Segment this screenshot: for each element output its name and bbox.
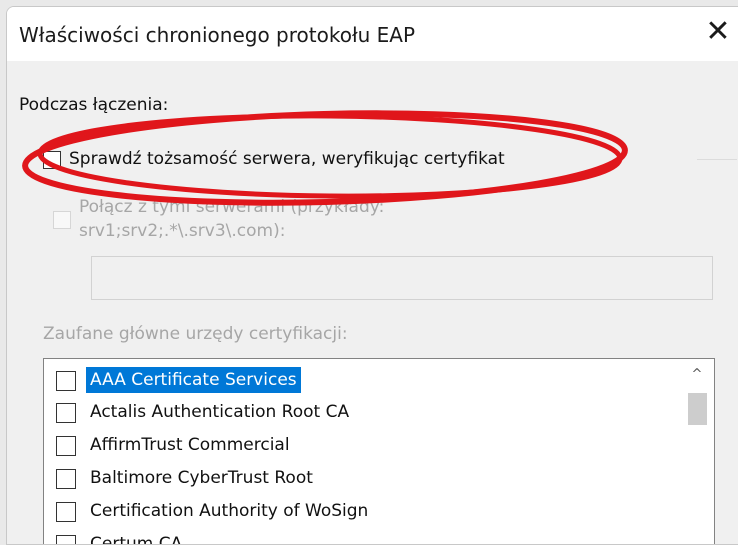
list-item-checkbox[interactable]	[56, 502, 76, 522]
verify-certificate-label: Sprawdź tożsamość serwera, weryfikując c…	[69, 149, 505, 169]
list-item-label: AAA Certificate Services	[86, 367, 301, 393]
servers-input[interactable]	[91, 256, 713, 300]
list-item-label: AffirmTrust Commercial	[90, 435, 290, 455]
list-item-label: Actalis Authentication Root CA	[90, 402, 350, 422]
title-bar: Właściwości chronionego protokołu EAP ✕	[7, 7, 738, 61]
vertical-scrollbar[interactable]: ^	[680, 359, 714, 544]
connect-to-servers-label-line2: srv1;srv2;.*\.srv3\.com):	[79, 221, 286, 241]
connect-to-servers-checkbox[interactable]	[53, 211, 71, 229]
list-item-label: Baltimore CyberTrust Root	[90, 468, 313, 488]
list-item-checkbox[interactable]	[56, 403, 76, 423]
group-divider	[697, 159, 737, 160]
scrollbar-thumb[interactable]	[688, 393, 707, 425]
list-item-checkbox[interactable]	[56, 436, 76, 456]
connection-section-heading: Podczas łączenia:	[19, 95, 169, 115]
trusted-roots-list[interactable]: AAA Certificate Services Actalis Authent…	[43, 358, 715, 544]
list-item-checkbox[interactable]	[56, 469, 76, 489]
verify-certificate-checkbox[interactable]	[43, 151, 61, 169]
dialog-body: Podczas łączenia: Sprawdź tożsamość serw…	[7, 61, 738, 544]
scroll-up-arrow-icon[interactable]: ^	[687, 365, 707, 385]
list-item-checkbox[interactable]	[56, 371, 76, 391]
list-item-label: Certification Authority of WoSign	[90, 501, 369, 521]
eap-properties-dialog: Właściwości chronionego protokołu EAP ✕ …	[6, 6, 738, 545]
connect-to-servers-label-line1: Połącz z tymi serwerami (przykłady:	[79, 197, 385, 217]
list-item-checkbox[interactable]	[56, 535, 76, 544]
dialog-title: Właściwości chronionego protokołu EAP	[19, 23, 416, 47]
trusted-roots-label: Zaufane główne urzędy certyfikacji:	[43, 324, 348, 344]
close-icon[interactable]: ✕	[701, 15, 735, 49]
